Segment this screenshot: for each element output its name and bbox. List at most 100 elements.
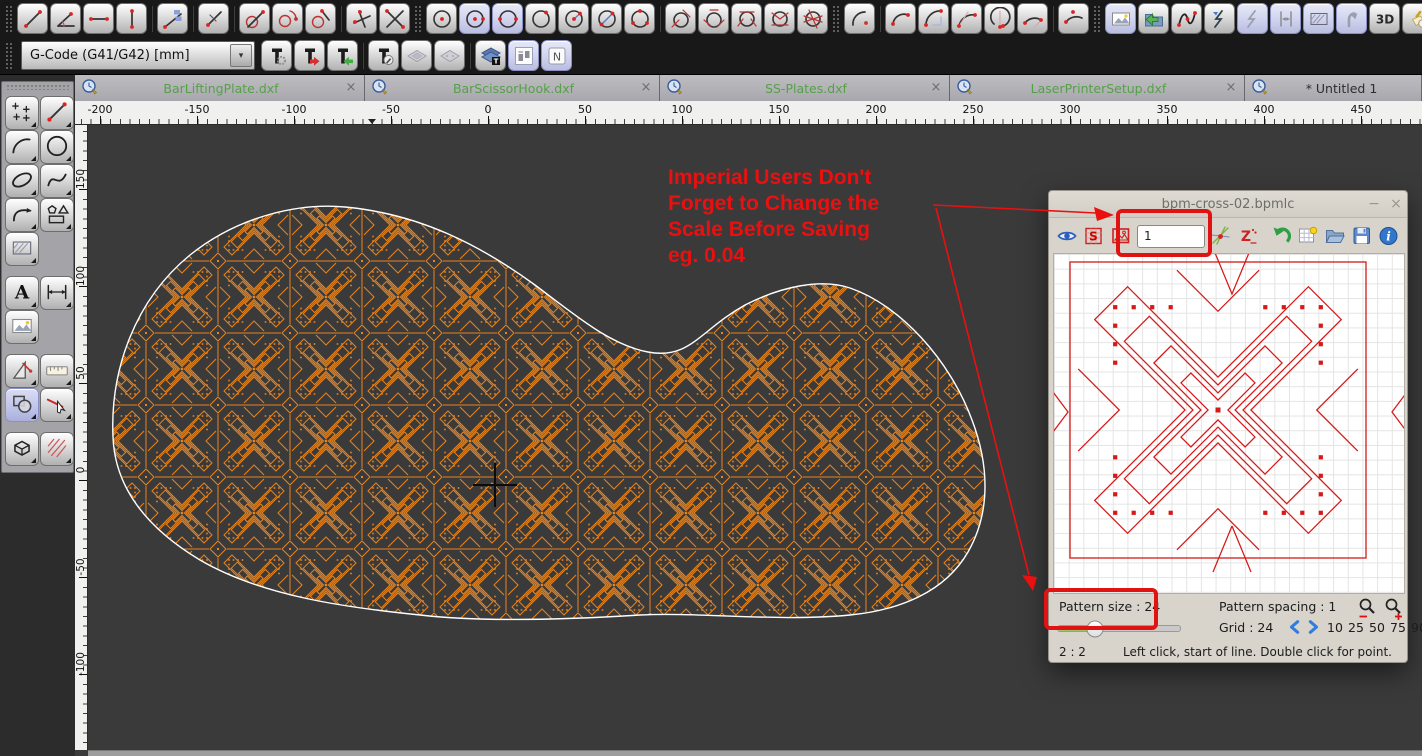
- plate-flat2-button[interactable]: [434, 40, 465, 71]
- rotate-up-button[interactable]: [1336, 3, 1367, 34]
- postprocessor-select[interactable]: G-Code (G41/G42) [mm] ▾: [21, 41, 255, 70]
- tab-barscissorhook-dxf[interactable]: BarScissorHook.dxf×: [365, 75, 660, 101]
- sgrid-icon[interactable]: S: [1083, 225, 1105, 247]
- line-vertical-button[interactable]: [116, 3, 147, 34]
- plates-stack-button[interactable]: T: [475, 40, 506, 71]
- circle-tangent-button[interactable]: [239, 3, 270, 34]
- angle-snap-button[interactable]: [157, 3, 188, 34]
- circle-tan6-button[interactable]: [797, 3, 828, 34]
- grid-prev-button[interactable]: [1287, 619, 1303, 635]
- tab--untitled-1[interactable]: * Untitled 1: [1245, 75, 1422, 101]
- palette-arc-tool-button[interactable]: [5, 130, 39, 164]
- palette-shapes-button[interactable]: [40, 198, 74, 232]
- arc-point-button[interactable]: [1058, 3, 1089, 34]
- pattern-preview[interactable]: [1053, 253, 1405, 594]
- close-icon[interactable]: ×: [344, 81, 358, 95]
- pattern-size-slider[interactable]: [1057, 625, 1181, 632]
- pattern-dialog[interactable]: ×× bpm-cross-02.bpmlc − × SZi Pattern si…: [1048, 190, 1408, 663]
- palette-ellipse-button[interactable]: [5, 164, 39, 198]
- path-blue-button[interactable]: [1204, 3, 1235, 34]
- close-button[interactable]: ×: [1385, 196, 1407, 212]
- palette-measure-button[interactable]: [5, 354, 39, 388]
- palette-line-button[interactable]: [40, 96, 74, 130]
- minimize-button[interactable]: −: [1363, 196, 1385, 212]
- close-icon[interactable]: ×: [639, 81, 653, 95]
- palette-solid-3d-button[interactable]: [5, 432, 39, 466]
- line-horizontal-button[interactable]: [83, 3, 114, 34]
- palette-select-line-button[interactable]: [40, 388, 74, 422]
- arc-vertical-button[interactable]: [984, 3, 1015, 34]
- close-icon[interactable]: ×: [929, 81, 943, 95]
- zorder-icon[interactable]: Z: [1237, 225, 1259, 247]
- cleanup-button[interactable]: [1402, 3, 1422, 34]
- cross-lines-button[interactable]: [379, 3, 410, 34]
- tab-ss-plates-dxf[interactable]: SS-Plates.dxf×: [660, 75, 950, 101]
- scale-input[interactable]: [1137, 225, 1205, 248]
- chevron-down-icon[interactable]: ▾: [230, 44, 252, 67]
- info-icon[interactable]: i: [1378, 225, 1400, 247]
- arc-button[interactable]: [844, 3, 875, 34]
- dialog-title-bar[interactable]: ×× bpm-cross-02.bpmlc − ×: [1049, 191, 1407, 218]
- image-insert-button[interactable]: [1105, 3, 1136, 34]
- circle-tan2-button[interactable]: [665, 3, 696, 34]
- tool-import-button[interactable]: [327, 40, 358, 71]
- tangent-line-button[interactable]: [198, 3, 229, 34]
- open-icon[interactable]: [1324, 225, 1346, 247]
- circle-tan3-button[interactable]: [698, 3, 729, 34]
- slider-thumb[interactable]: [1086, 620, 1103, 637]
- arc-endpoints-button[interactable]: [885, 3, 916, 34]
- circle-center-button[interactable]: [426, 3, 457, 34]
- palette-spline-tool-button[interactable]: [40, 164, 74, 198]
- circle-tan5-button[interactable]: [764, 3, 795, 34]
- circle-angle-button[interactable]: [272, 3, 303, 34]
- circle-2point-button[interactable]: [492, 3, 523, 34]
- arrange-layout-button[interactable]: [508, 40, 539, 71]
- line-button[interactable]: [17, 3, 48, 34]
- tool-edit-button[interactable]: [368, 40, 399, 71]
- horizontal-scrollbar[interactable]: [88, 750, 1422, 756]
- circle-tan4-button[interactable]: [731, 3, 762, 34]
- circle-radius-button[interactable]: [558, 3, 589, 34]
- grid-preset-50[interactable]: 50: [1369, 620, 1385, 635]
- tool-settings-button[interactable]: [261, 40, 292, 71]
- palette-curve-button[interactable]: [5, 198, 39, 232]
- eye-icon[interactable]: [1056, 225, 1078, 247]
- tab-laserprintersetup-dxf[interactable]: LaserPrinterSetup.dxf×: [950, 75, 1245, 101]
- arc-continue-button[interactable]: [1017, 3, 1048, 34]
- tab-barliftingplate-dxf[interactable]: BarLiftingPlate.dxf×: [75, 75, 365, 101]
- circle-tangent-point-button[interactable]: [305, 3, 336, 34]
- grid-preset-10[interactable]: 10: [1327, 620, 1343, 635]
- circle-plain-button[interactable]: [525, 3, 556, 34]
- save-icon[interactable]: [1351, 225, 1373, 247]
- rays-icon[interactable]: [1210, 225, 1232, 247]
- path-gap-button[interactable]: [1270, 3, 1301, 34]
- circle-diameter-button[interactable]: [591, 3, 622, 34]
- drawing-canvas[interactable]: Imperial Users Don'tForget to Change the…: [88, 125, 1422, 750]
- tool-export-button[interactable]: [294, 40, 325, 71]
- grid-next-button[interactable]: [1305, 619, 1321, 635]
- palette-hatch-lines-button[interactable]: [40, 432, 74, 466]
- 3d-view-button[interactable]: 3D: [1369, 3, 1400, 34]
- palette-points-button[interactable]: [5, 96, 39, 130]
- arc-tangent-button[interactable]: [951, 3, 982, 34]
- undo-icon[interactable]: [1270, 225, 1292, 247]
- plate-flat-button[interactable]: [401, 40, 432, 71]
- new-icon[interactable]: [1297, 225, 1319, 247]
- arc-corner-button[interactable]: [918, 3, 949, 34]
- grid-preset-90[interactable]: 90: [1411, 620, 1422, 635]
- image-icon[interactable]: [1110, 225, 1132, 247]
- hatch-region-button[interactable]: [1303, 3, 1334, 34]
- circle-point-button[interactable]: [459, 3, 490, 34]
- circle-3point-button[interactable]: [624, 3, 655, 34]
- palette-circle-tool-button[interactable]: [40, 130, 74, 164]
- grid-preset-25[interactable]: 25: [1348, 620, 1364, 635]
- grid-preset-75[interactable]: 75: [1390, 620, 1406, 635]
- palette-dimension-button[interactable]: [40, 276, 74, 310]
- cross-tangent-button[interactable]: [346, 3, 377, 34]
- n-command-button[interactable]: N: [541, 40, 572, 71]
- palette-select-shape-button[interactable]: [5, 388, 39, 422]
- spline-button[interactable]: [1171, 3, 1202, 34]
- palette-hatch-region-button[interactable]: [5, 232, 39, 266]
- line-angle-button[interactable]: [50, 3, 81, 34]
- import-file-button[interactable]: [1138, 3, 1169, 34]
